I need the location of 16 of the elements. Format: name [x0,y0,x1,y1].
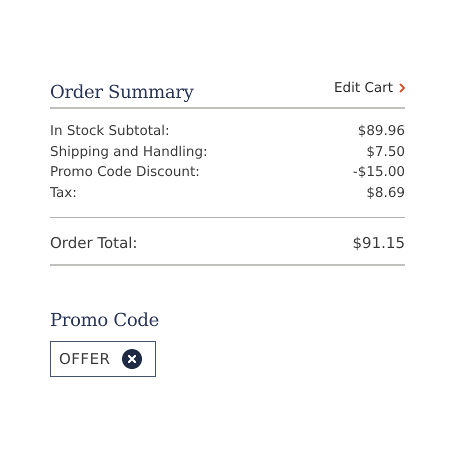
line-label: Tax: [50,184,77,202]
line-amount: $89.96 [358,122,405,141]
promo-code: OFFER [59,350,110,368]
total-amount: $91.15 [352,233,405,254]
chevron-icon [399,83,405,93]
line-amount: $8.69 [366,184,405,202]
edit-cart-link[interactable]: Edit Cart [334,80,405,96]
line-amount: -$15.00 [352,163,405,182]
line-label: Shipping and Handling: [50,142,208,162]
section-title: Promo Code [50,310,160,330]
line-amount: $7.50 [366,142,405,162]
total-label: Order Total: [50,233,138,254]
line-label: Promo Code Discount: [50,163,200,182]
remove-button[interactable] [122,348,142,368]
section-title: Order Summary [50,82,194,103]
line-label: In Stock Subtotal: [50,122,170,141]
